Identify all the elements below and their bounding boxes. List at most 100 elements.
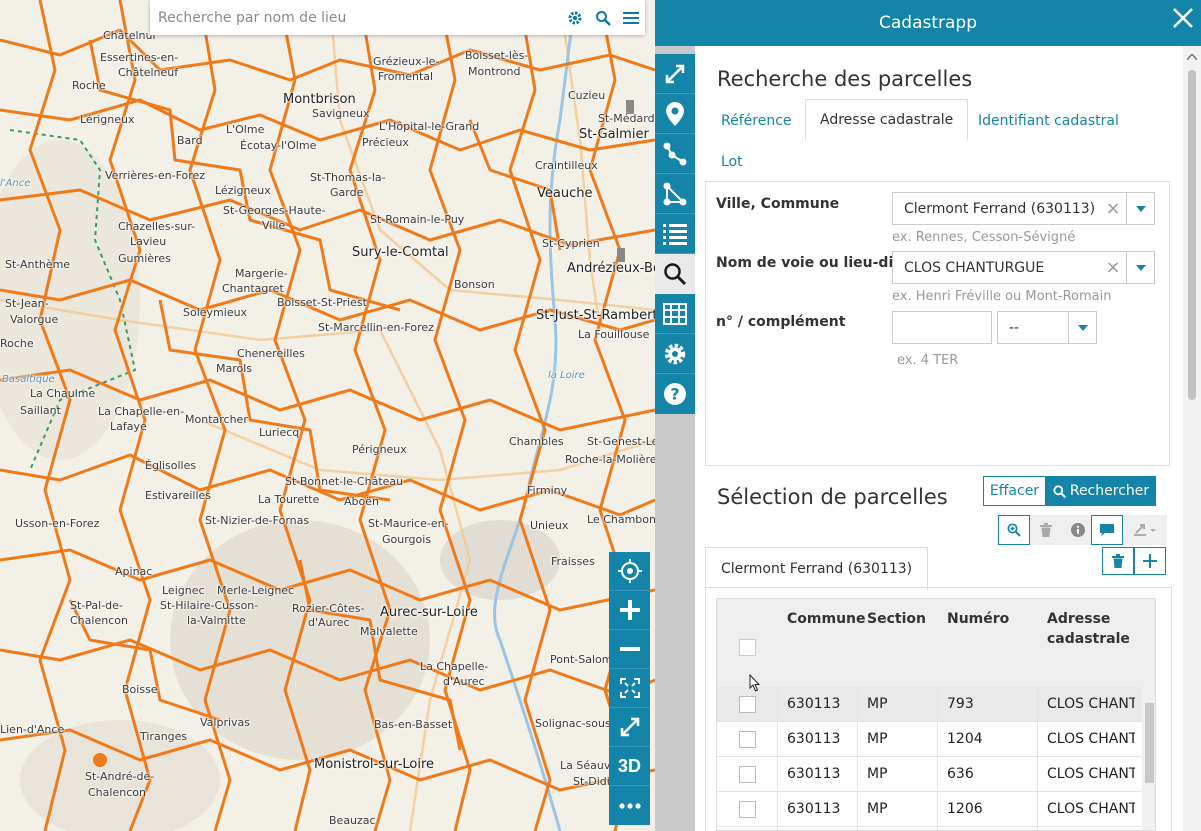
place-label: Bard (177, 134, 203, 147)
polygon-draw-icon[interactable] (655, 174, 695, 214)
place-label: Soleymieux (183, 306, 248, 319)
comment-icon[interactable] (1091, 515, 1123, 545)
info-icon[interactable] (1062, 515, 1094, 545)
selection-heading: Sélection de parcelles (717, 485, 948, 509)
menu-icon[interactable] (617, 0, 645, 35)
zoom-in-icon[interactable] (609, 591, 650, 630)
place-label: Savigneux (312, 107, 370, 120)
help-icon[interactable]: ? (655, 374, 695, 414)
place-label: Le Chambon- (587, 513, 655, 526)
table-row[interactable]: 630113 MP 793 CLOS CHANT (717, 687, 1142, 722)
add-icon[interactable] (1134, 547, 1166, 575)
street-hint: ex. Henri Fréville ou Mont-Romain (892, 289, 1112, 304)
line-draw-icon[interactable] (655, 134, 695, 174)
select-all-checkbox[interactable] (739, 639, 756, 656)
place-label: Saillant (20, 404, 61, 417)
cell-numero: 793 (947, 696, 974, 712)
place-search-bar[interactable]: Recherche par nom de lieu (150, 0, 645, 35)
locate-icon[interactable] (609, 552, 650, 591)
place-label: Précieux (362, 136, 409, 149)
column-header-numero[interactable]: Numéro (947, 609, 1009, 629)
cell-numero: 636 (947, 766, 974, 782)
close-icon[interactable] (1171, 6, 1195, 30)
scrollbar-thumb[interactable] (1188, 70, 1196, 400)
column-header-adresse[interactable]: Adresse cadastrale (1047, 609, 1137, 649)
list-icon[interactable] (655, 214, 695, 254)
cell-section: MP (867, 801, 888, 817)
search-icon[interactable] (655, 254, 695, 294)
number-input[interactable] (892, 311, 992, 344)
tab-identifiant-cadastral[interactable]: Identifiant cadastral (978, 113, 1119, 129)
scrollbar-thumb[interactable] (1145, 703, 1154, 783)
column-divider (777, 687, 778, 830)
map-view[interactable]: Châtelnur Essertines-en- Châtelneuf Roch… (0, 0, 655, 831)
place-label: St-Georges-Haute- (223, 204, 326, 217)
clear-icon[interactable]: × (1100, 257, 1126, 278)
place-label: Merle-Leignec (217, 584, 295, 597)
place-label: Gumières (118, 252, 171, 265)
place-label: Lavieu (130, 235, 167, 248)
zoom-out-icon[interactable] (609, 630, 650, 669)
place-label: Valprivas (200, 716, 251, 729)
table-row[interactable]: 630113 MP 1204 CLOS CHANT (717, 722, 1142, 757)
table-row[interactable]: 630113 MP 636 CLOS CHANT (717, 757, 1142, 792)
city-combobox[interactable]: Clermont Ferrand (630113) × (892, 192, 1155, 225)
place-label: Usson-en-Forez (15, 517, 100, 530)
chevron-up-icon[interactable] (1187, 54, 1197, 60)
place-label: Beauzac (329, 814, 376, 827)
place-label: Chenereilles (237, 347, 305, 360)
expand-icon[interactable] (655, 54, 695, 94)
place-label: St-Maurice-en- (368, 517, 449, 530)
complement-select[interactable]: -- (997, 311, 1097, 344)
trash-icon[interactable] (1102, 547, 1134, 575)
tab-adresse-cadastrale[interactable]: Adresse cadastrale (805, 99, 969, 141)
table-scrollbar[interactable] (1142, 687, 1155, 830)
zoom-selection-icon[interactable] (998, 515, 1030, 545)
search-icon[interactable] (589, 0, 617, 35)
place-label: Chambles (509, 435, 564, 448)
mouse-cursor-icon (749, 674, 761, 692)
tab-lot[interactable]: Lot (721, 154, 743, 170)
place-label: Monistrol-sur-Loire (314, 757, 435, 772)
place-search-input[interactable]: Recherche par nom de lieu (150, 10, 561, 26)
street-combobox[interactable]: CLOS CHANTURGUE × (892, 251, 1155, 284)
place-label: Roche-la-Molière (565, 453, 655, 466)
chevron-down-icon[interactable] (1126, 193, 1154, 224)
column-header-section[interactable]: Section (867, 609, 926, 629)
place-label: St-Hilaire-Cusson- (160, 599, 259, 612)
fullscreen-icon[interactable] (609, 708, 650, 747)
row-checkbox[interactable] (739, 696, 756, 713)
cell-numero: 1206 (947, 801, 983, 817)
export-icon[interactable] (1123, 515, 1167, 545)
place-label: Marols (216, 362, 253, 375)
clear-button[interactable]: Effacer (983, 476, 1046, 506)
settings-icon[interactable] (655, 334, 695, 374)
place-label: la Loire (548, 370, 585, 381)
number-hint: ex. 4 TER (897, 353, 959, 368)
chevron-down-icon[interactable] (1126, 252, 1154, 283)
map-marker-icon[interactable] (655, 94, 695, 134)
column-header-commune[interactable]: Commune (787, 609, 866, 629)
column-divider (857, 687, 858, 830)
more-icon[interactable] (609, 786, 650, 825)
result-tab[interactable]: Clermont Ferrand (630113) (705, 547, 929, 591)
place-label: Grézieux-le- (373, 55, 440, 68)
3d-label: 3D (617, 755, 641, 776)
zoom-extent-icon[interactable] (609, 669, 650, 708)
row-checkbox[interactable] (739, 801, 756, 818)
panel-scrollbar[interactable] (1183, 46, 1201, 831)
table-icon[interactable] (655, 294, 695, 334)
search-button[interactable]: Rechercher (1046, 476, 1156, 506)
row-checkbox[interactable] (739, 766, 756, 783)
chevron-down-icon[interactable] (1068, 312, 1096, 343)
trash-icon[interactable] (1030, 515, 1062, 545)
clear-icon[interactable]: × (1100, 198, 1126, 219)
row-checkbox[interactable] (739, 731, 756, 748)
place-label: Montbrison (283, 92, 356, 107)
column-divider (1037, 687, 1038, 830)
3d-toggle[interactable]: 3D (609, 747, 650, 786)
place-label: la-Valmitte (187, 614, 246, 627)
tab-reference[interactable]: Référence (721, 113, 792, 129)
table-row[interactable]: 630113 MP 1206 CLOS CHANT (717, 792, 1142, 827)
gear-icon[interactable] (561, 0, 589, 35)
